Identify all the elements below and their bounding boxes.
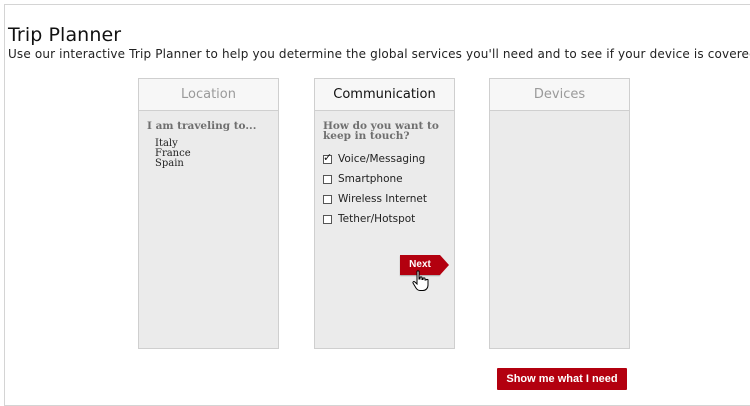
hand-pointer-icon (412, 270, 429, 291)
devices-panel: Devices (489, 78, 630, 349)
location-prompt: I am traveling to... (147, 120, 257, 132)
page-subtitle: Use our interactive Trip Planner to help… (8, 47, 750, 61)
option-tether-hotspot[interactable]: Tether/Hotspot (323, 209, 446, 229)
destination-list: Italy France Spain (155, 139, 270, 169)
checkmark-icon: ✓ (323, 150, 333, 164)
option-label: Tether/Hotspot (338, 213, 416, 225)
show-me-what-i-need-button[interactable]: Show me what I need (497, 368, 627, 390)
communication-panel: Communication How do you want to keep in… (314, 78, 455, 349)
devices-panel-header[interactable]: Devices (490, 79, 629, 111)
option-label: Voice/Messaging (338, 153, 426, 165)
tether-hotspot-checkbox[interactable] (323, 214, 332, 224)
option-label: Wireless Internet (338, 193, 427, 205)
communication-prompt-line2: keep in touch? (323, 130, 410, 142)
page-title: Trip Planner (8, 24, 122, 46)
communication-options: ✓ Voice/Messaging Smartphone Wireless In… (323, 149, 446, 229)
communication-prompt: How do you want to keep in touch? (323, 121, 446, 142)
option-smartphone[interactable]: Smartphone (323, 169, 446, 189)
destination-item: Spain (155, 158, 184, 169)
option-voice-messaging[interactable]: ✓ Voice/Messaging (323, 149, 446, 169)
option-label: Smartphone (338, 173, 403, 185)
location-panel: Location I am traveling to... Italy Fran… (138, 78, 279, 349)
smartphone-checkbox[interactable] (323, 174, 332, 184)
option-wireless-internet[interactable]: Wireless Internet (323, 189, 446, 209)
voice-messaging-checkbox[interactable]: ✓ (323, 150, 333, 164)
wireless-internet-checkbox[interactable] (323, 194, 332, 204)
location-panel-header[interactable]: Location (139, 79, 278, 111)
communication-panel-header[interactable]: Communication (315, 79, 454, 111)
